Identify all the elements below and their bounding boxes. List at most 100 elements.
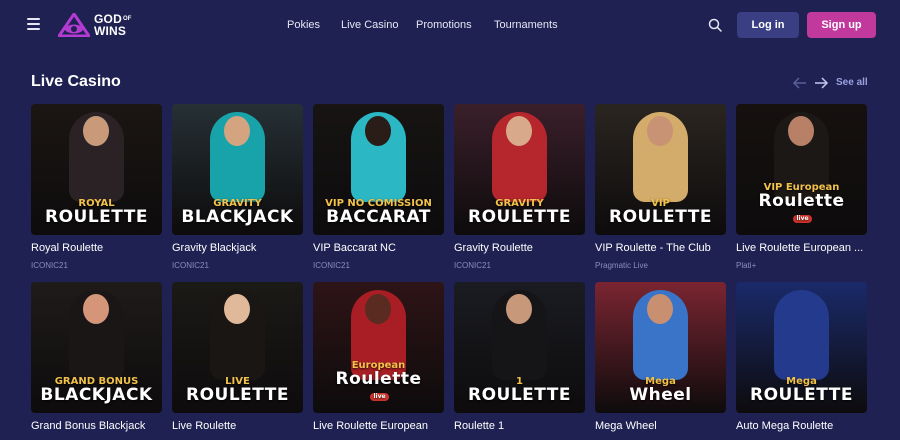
game-thumbnail[interactable]: GRAND BONUS BLACKJACK xyxy=(31,282,162,413)
game-logo-title: ROULETTE xyxy=(45,207,148,227)
game-title[interactable]: Royal Roulette xyxy=(31,242,162,254)
game-thumbnail[interactable]: VIP European Roulette live xyxy=(736,104,867,235)
nav-tournaments[interactable]: Tournaments xyxy=(494,19,558,31)
game-logo-title: ROULETTE xyxy=(609,207,712,227)
game-logo-title: ROULETTE xyxy=(750,385,853,405)
game-title[interactable]: Grand Bonus Blackjack xyxy=(31,420,162,432)
game-logo-text: VIP European Roulette live xyxy=(736,183,867,226)
game-thumbnail[interactable]: LIVE ROULETTE xyxy=(172,282,303,413)
signup-button[interactable]: Sign up xyxy=(807,12,876,38)
live-badge: live xyxy=(793,214,812,223)
game-title[interactable]: VIP Roulette - The Club xyxy=(595,242,726,254)
game-card[interactable]: VIP NO COMISSION BACCARAT VIP Baccarat NC I… xyxy=(313,104,444,270)
eye-triangle-logo-icon xyxy=(58,13,90,37)
game-logo-title: BLACKJACK xyxy=(40,385,153,405)
game-thumbnail[interactable]: GRAVITY BLACKJACK xyxy=(172,104,303,235)
login-button[interactable]: Log in xyxy=(737,12,799,38)
game-logo-text: Mega Wheel xyxy=(595,377,726,404)
see-all-link[interactable]: See all xyxy=(836,77,868,88)
game-card[interactable]: VIP ROULETTE VIP Roulette - The Club Pragma… xyxy=(595,104,726,270)
game-logo-text: ROYAL ROULETTE xyxy=(31,199,162,226)
dealer-head xyxy=(788,294,814,324)
game-title[interactable]: Gravity Roulette xyxy=(454,242,585,254)
logo-text-bottom: WINS xyxy=(94,24,127,38)
arrow-right-icon[interactable] xyxy=(813,76,829,90)
game-card[interactable]: MegaROULETTEAuto Mega RoulettePragmatic … xyxy=(736,282,867,440)
game-logo-title: Roulette xyxy=(758,191,845,211)
dealer-head xyxy=(647,116,673,146)
game-logo-text: GRAVITY ROULETTE xyxy=(454,199,585,226)
menu-icon-bar xyxy=(27,23,40,25)
game-card[interactable]: GRAND BONUS BLACKJACK Grand Bonus Blackjac… xyxy=(31,282,162,440)
game-title[interactable]: Live Roulette European xyxy=(313,420,444,432)
dealer-head xyxy=(224,294,250,324)
nav-promotions[interactable]: Promotions xyxy=(416,19,472,31)
game-logo-title: BACCARAT xyxy=(326,207,431,227)
game-logo-text: VIP NO COMISSION BACCARAT xyxy=(313,199,444,226)
logo-wordmark: GODOF WINS xyxy=(94,13,132,37)
game-card[interactable]: VIP European Roulette live Live Roulette Eu… xyxy=(736,104,867,270)
game-thumbnail[interactable]: Mega Wheel xyxy=(595,282,726,413)
top-header: GODOF WINS Pokies Live Casino Promotions… xyxy=(0,0,900,50)
game-card[interactable]: ROYAL ROULETTE Royal Roulette ICONIC21 xyxy=(31,104,162,270)
game-card[interactable]: GRAVITY BLACKJACK Gravity Blackjack ICONIC2… xyxy=(172,104,303,270)
game-title[interactable]: Auto Mega Roulette xyxy=(736,420,867,432)
game-title[interactable]: Gravity Blackjack xyxy=(172,242,303,254)
game-thumbnail[interactable]: VIP NO COMISSION BACCARAT xyxy=(313,104,444,235)
nav-live-casino[interactable]: Live Casino xyxy=(341,19,398,31)
game-thumbnail[interactable]: ROYAL ROULETTE xyxy=(31,104,162,235)
game-thumbnail[interactable]: GRAVITY ROULETTE xyxy=(454,104,585,235)
menu-icon-bar xyxy=(27,18,40,20)
game-thumbnail[interactable]: VIP ROULETTE xyxy=(595,104,726,235)
game-provider: Pragmatic Live xyxy=(595,261,648,270)
game-logo-text: European Roulette live xyxy=(313,361,444,404)
game-logo-text: 1 ROULETTE xyxy=(454,377,585,404)
game-provider: Plati+ xyxy=(736,261,757,270)
section-title: Live Casino xyxy=(31,73,121,90)
game-thumbnail[interactable]: European Roulette live xyxy=(313,282,444,413)
dealer-head xyxy=(365,294,391,324)
game-title[interactable]: Live Roulette European ... xyxy=(736,242,867,254)
site-logo[interactable]: GODOF WINS xyxy=(58,11,148,39)
game-logo-text: LIVE ROULETTE xyxy=(172,377,303,404)
menu-icon-bar xyxy=(27,28,40,30)
game-title[interactable]: Roulette 1 xyxy=(454,420,585,432)
game-card[interactable]: MegaWheelMega WheelPragmatic Live xyxy=(595,282,726,440)
game-logo-title: ROULETTE xyxy=(186,385,289,405)
arrow-left-icon[interactable] xyxy=(792,76,808,90)
dealer-head xyxy=(224,116,250,146)
game-provider: ICONIC21 xyxy=(313,261,350,270)
game-title[interactable]: VIP Baccarat NC xyxy=(313,242,444,254)
game-logo-title: ROULETTE xyxy=(468,207,571,227)
dealer-head xyxy=(83,116,109,146)
game-card[interactable]: GRAVITY ROULETTE Gravity Roulette ICONIC21 xyxy=(454,104,585,270)
dealer-head xyxy=(647,294,673,324)
game-logo-title: ROULETTE xyxy=(468,385,571,405)
game-title[interactable]: Live Roulette xyxy=(172,420,303,432)
game-provider: ICONIC21 xyxy=(172,261,209,270)
game-card[interactable]: LIVEROULETTELive RouletteICONIC21 xyxy=(172,282,303,440)
game-thumbnail[interactable]: 1 ROULETTE xyxy=(454,282,585,413)
dealer-head xyxy=(365,116,391,146)
game-provider: ICONIC21 xyxy=(31,261,68,270)
menu-icon[interactable] xyxy=(27,18,40,30)
nav-pokies[interactable]: Pokies xyxy=(287,19,320,31)
game-logo-title: Roulette xyxy=(335,369,422,389)
dealer-head xyxy=(506,294,532,324)
dealer-head xyxy=(506,116,532,146)
game-card[interactable]: 1ROULETTERoulette 1ICONIC21 xyxy=(454,282,585,440)
dealer-head xyxy=(788,116,814,146)
game-logo-title: Wheel xyxy=(629,385,692,405)
game-logo-text: VIP ROULETTE xyxy=(595,199,726,226)
logo-text-of: OF xyxy=(122,16,132,22)
game-thumbnail[interactable]: Mega ROULETTE xyxy=(736,282,867,413)
game-logo-text: GRAVITY BLACKJACK xyxy=(172,199,303,226)
search-icon[interactable] xyxy=(708,18,722,32)
game-logo-text: Mega ROULETTE xyxy=(736,377,867,404)
game-provider: ICONIC21 xyxy=(454,261,491,270)
game-logo-text: GRAND BONUS BLACKJACK xyxy=(31,377,162,404)
game-card[interactable]: European Roulette live Live Roulette Europe… xyxy=(313,282,444,440)
dealer-head xyxy=(83,294,109,324)
game-logo-title: BLACKJACK xyxy=(181,207,294,227)
game-title[interactable]: Mega Wheel xyxy=(595,420,726,432)
